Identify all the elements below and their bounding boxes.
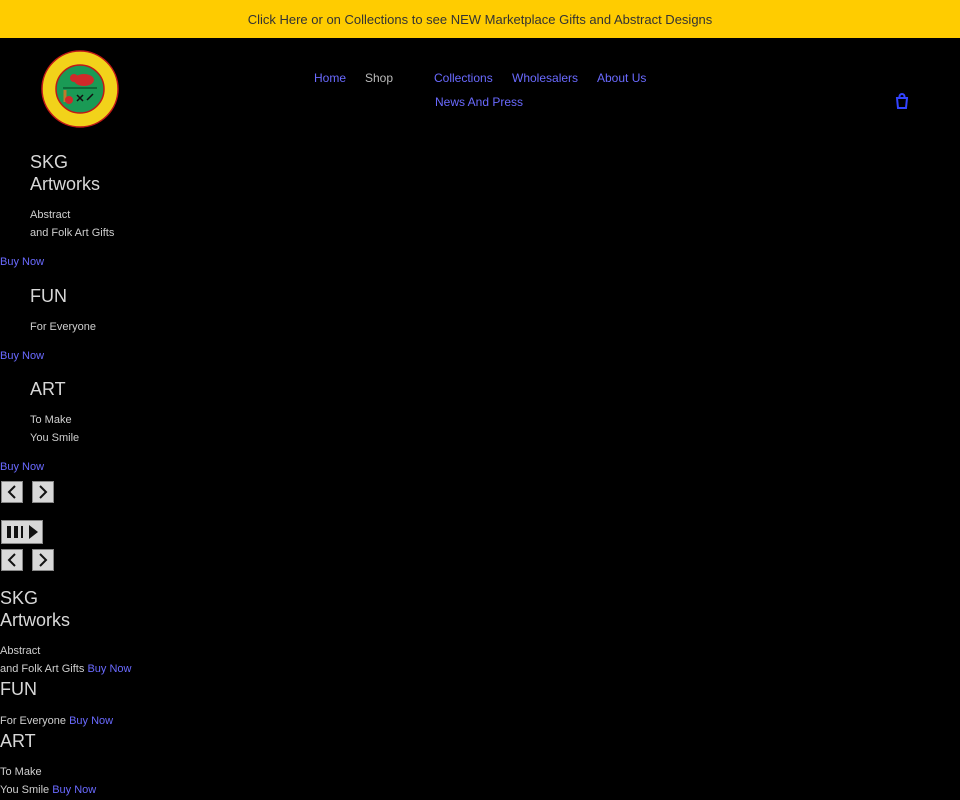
slide-2-title: FUN	[30, 286, 67, 306]
slide-3-title: ART	[30, 379, 66, 399]
slide-3-sub-line1: To Make	[30, 414, 72, 426]
pause-icon	[7, 525, 38, 539]
slide-2-sub-line1: For Everyone	[30, 321, 97, 333]
slide-1b-sub-line1: Abstract	[0, 645, 41, 657]
slide-3-buy-now[interactable]: Buy Now	[0, 461, 44, 473]
slide-3b-sub-line1: To Make	[0, 766, 42, 778]
cart-icon[interactable]	[893, 92, 911, 110]
chevron-right-icon	[39, 485, 48, 499]
announcement-text[interactable]: Click Here or on Collections to see NEW …	[248, 12, 713, 27]
slider-play-pause-button[interactable]	[1, 520, 43, 544]
slide-1-sub-line2: and Folk Art Gifts	[30, 227, 115, 239]
announcement-bar[interactable]: Click Here or on Collections to see NEW …	[0, 0, 960, 38]
nav-news-and-press[interactable]: News And Press	[435, 95, 523, 109]
slider-prev-button-2[interactable]	[1, 549, 23, 571]
slide-1b-sub-row: and Folk Art Gifts Buy Now	[0, 660, 131, 678]
chevron-left-icon	[7, 485, 16, 499]
slide-2-buy-now[interactable]: Buy Now	[0, 350, 44, 362]
slide-1-title-line2: Artworks	[30, 174, 101, 194]
nav-home[interactable]: Home	[314, 71, 346, 85]
slider-next-button[interactable]	[32, 481, 54, 503]
slide-1-sub-line1: Abstract	[30, 209, 71, 221]
chevron-right-icon	[39, 553, 48, 567]
slide-2b-buy-now[interactable]: Buy Now	[69, 715, 113, 727]
nav-about-us[interactable]: About Us	[597, 71, 646, 85]
slide-3b-sub-line2: You Smile	[0, 784, 50, 796]
slide-1b-sub-line2: and Folk Art Gifts	[0, 663, 85, 675]
skg-logo[interactable]	[41, 50, 119, 128]
slide-3b-title: ART	[0, 731, 36, 751]
slider-prev-button[interactable]	[1, 481, 23, 503]
nav-shop[interactable]: Shop	[365, 71, 393, 85]
slider-next-button-2[interactable]	[32, 549, 54, 571]
slide-2b-sub-line1: For Everyone	[0, 715, 67, 727]
slide-1-title-line1: SKG	[30, 152, 69, 172]
slide-3-sub-line2: You Smile	[30, 432, 80, 444]
slide-1b-title-line2: Artworks	[0, 610, 71, 630]
slide-1b-buy-now[interactable]: Buy Now	[87, 663, 131, 675]
slide-3b-buy-now[interactable]: Buy Now	[52, 784, 96, 796]
slide-2b-title: FUN	[0, 679, 37, 699]
nav-wholesalers[interactable]: Wholesalers	[512, 71, 578, 85]
nav-collections[interactable]: Collections	[434, 71, 493, 85]
slide-3b-sub-row: You Smile Buy Now	[0, 781, 96, 799]
slide-1-buy-now[interactable]: Buy Now	[0, 256, 44, 268]
slide-2b-sub-row: For Everyone Buy Now	[0, 712, 113, 730]
chevron-left-icon	[7, 553, 16, 567]
slide-1b-title-line1: SKG	[0, 588, 39, 608]
